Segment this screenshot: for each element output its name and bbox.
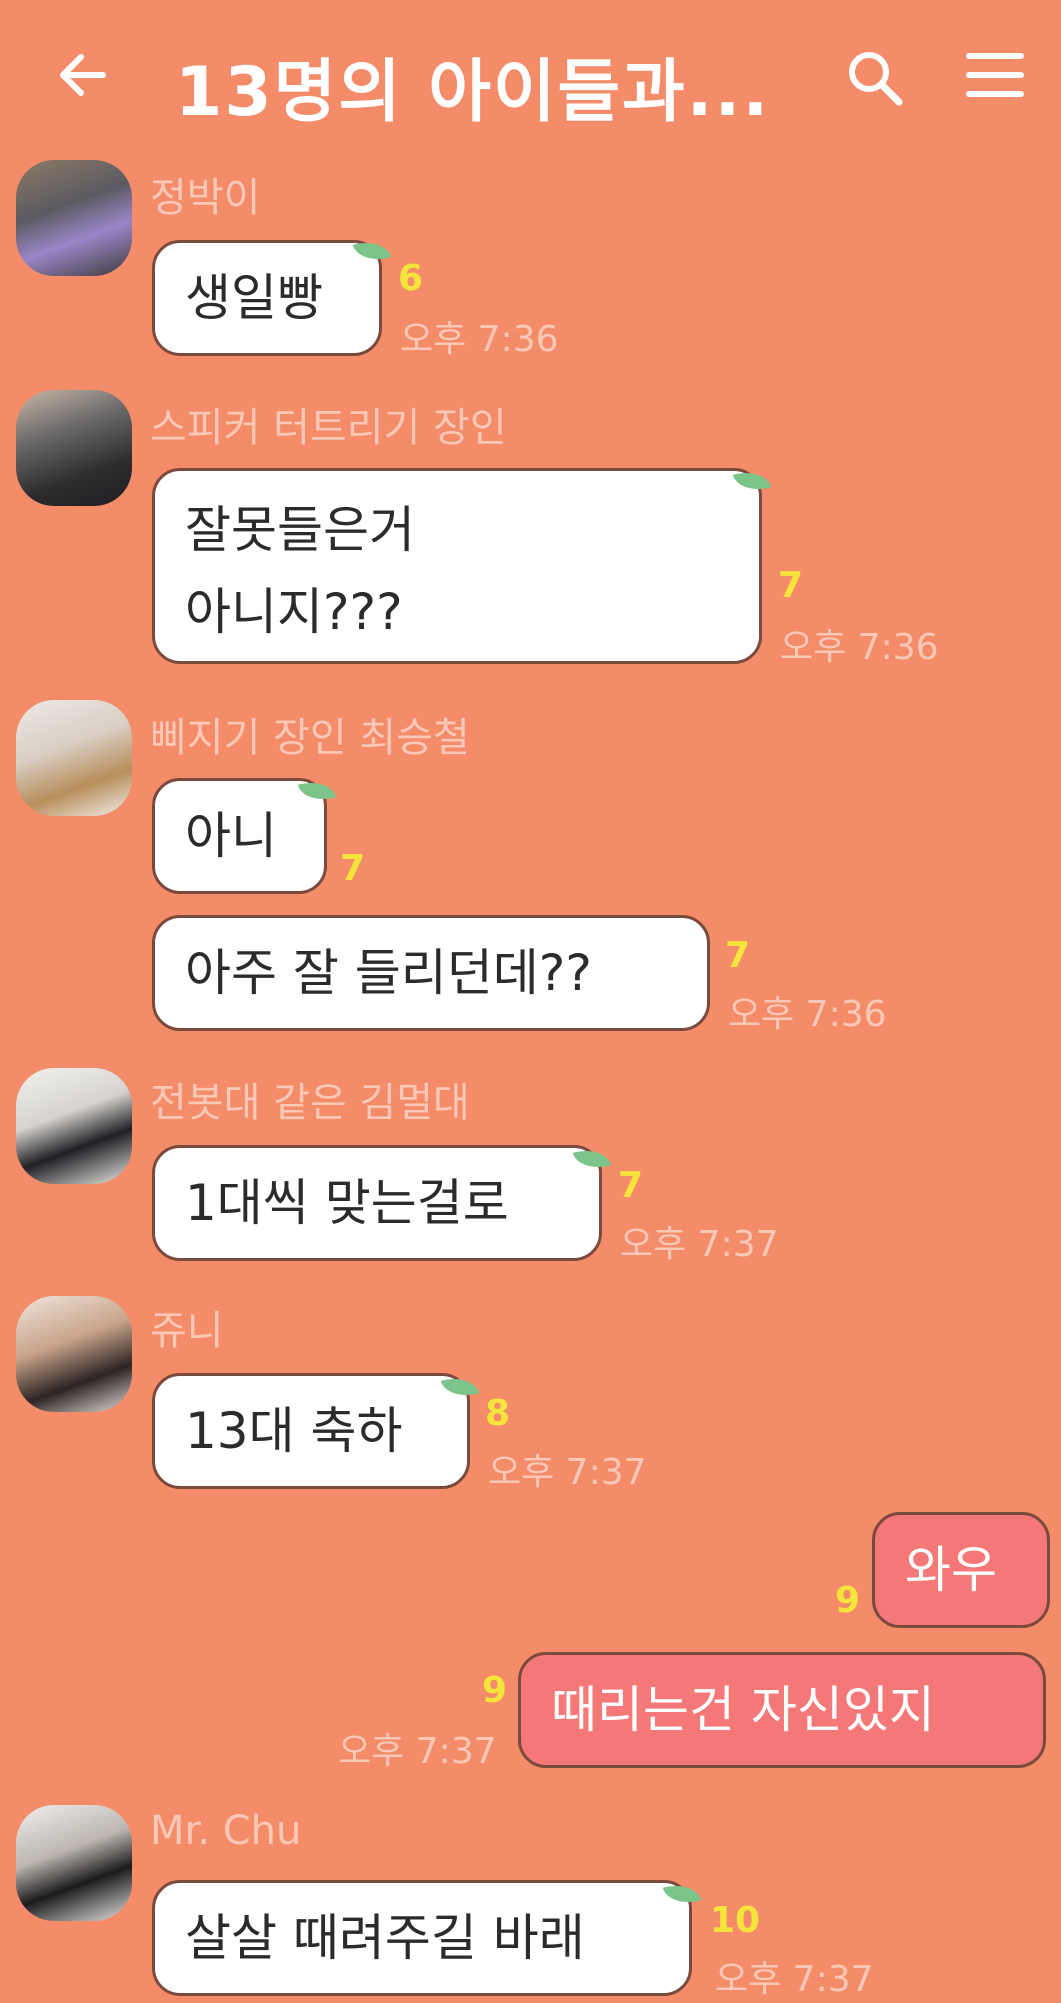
unread-count: 8 — [485, 1393, 511, 1434]
unread-count: 7 — [618, 1165, 644, 1206]
message-time: 오후 7:36 — [728, 994, 887, 1035]
search-button[interactable] — [845, 48, 905, 108]
avatar[interactable] — [16, 1068, 132, 1184]
my-message-bubble[interactable]: 때리는건 자신있지 — [518, 1652, 1046, 1768]
sender-name: 삐지기 장인 최승철 — [150, 715, 470, 761]
unread-count: 7 — [340, 848, 366, 889]
unread-count: 9 — [482, 1670, 508, 1711]
message-bubble[interactable]: 살살 때려주길 바래 — [152, 1880, 692, 1996]
avatar[interactable] — [16, 390, 132, 506]
message-time: 오후 7:37 — [715, 1959, 874, 2000]
message-time: 오후 7:36 — [780, 627, 939, 668]
message-bubble[interactable]: 1대씩 맞는걸로 — [152, 1145, 602, 1261]
sender-name: 전봇대 같은 김멀대 — [150, 1080, 470, 1126]
avatar[interactable] — [16, 160, 132, 276]
sender-name: 정박이 — [150, 175, 261, 221]
sender-name: 스피커 터트리기 장인 — [150, 405, 507, 451]
unread-count: 9 — [835, 1580, 861, 1621]
message-bubble[interactable]: 아주 잘 들리던데?? — [152, 915, 710, 1031]
menu-button[interactable] — [965, 50, 1025, 100]
chat-title: 13명의 아이들과... — [175, 53, 771, 132]
message-bubble[interactable]: 잘못들은거 아니지??? — [152, 468, 762, 664]
arrow-left-icon — [60, 54, 106, 96]
message-time: 오후 7:37 — [620, 1224, 779, 1265]
sender-name: 쥬니 — [150, 1308, 224, 1354]
chat-header: 13명의 아이들과... — [0, 0, 1061, 150]
back-button[interactable] — [55, 45, 115, 105]
hamburger-menu-icon — [966, 53, 1024, 97]
message-bubble[interactable]: 아니 — [152, 778, 327, 894]
sender-name: Mr. Chu — [150, 1808, 302, 1854]
search-icon — [849, 52, 903, 106]
unread-count: 10 — [710, 1900, 761, 1941]
unread-count: 7 — [778, 565, 804, 606]
avatar[interactable] — [16, 700, 132, 816]
unread-count: 6 — [398, 258, 424, 299]
message-bubble[interactable]: 13대 축하 — [152, 1373, 470, 1489]
avatar[interactable] — [16, 1805, 132, 1921]
message-time: 오후 7:37 — [488, 1452, 647, 1493]
message-time: 오후 7:37 — [338, 1731, 497, 1772]
unread-count: 7 — [725, 935, 751, 976]
message-time: 오후 7:36 — [400, 319, 559, 360]
my-message-bubble[interactable]: 와우 — [872, 1512, 1050, 1628]
message-line: 잘못들은거 — [185, 501, 415, 559]
message-line: 아니지??? — [185, 583, 403, 641]
avatar[interactable] — [16, 1296, 132, 1412]
message-bubble[interactable]: 생일빵 — [152, 240, 382, 356]
